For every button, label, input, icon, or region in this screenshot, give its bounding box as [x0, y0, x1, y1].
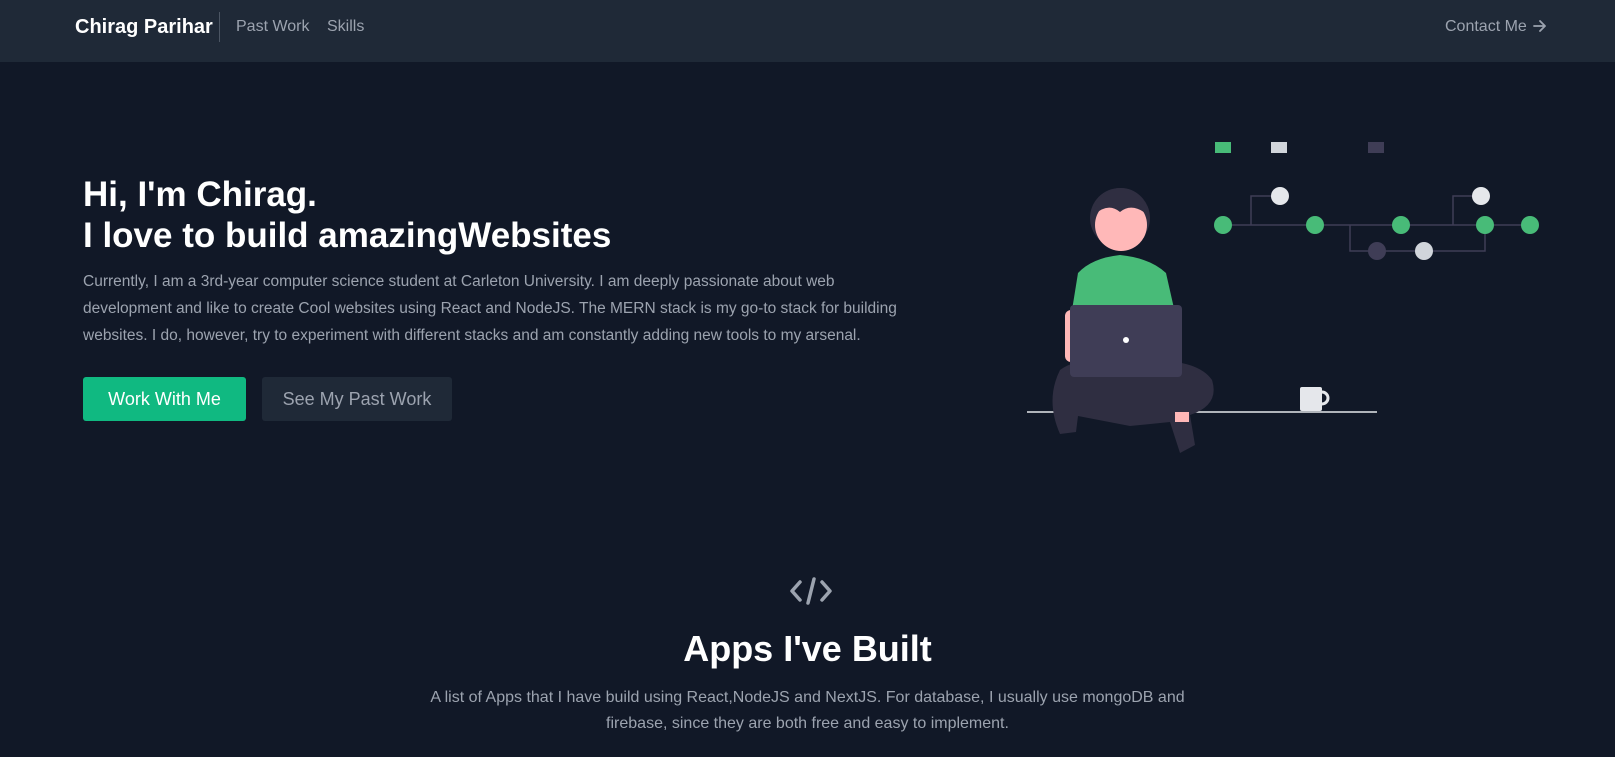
hero-description: Currently, I am a 3rd-year computer scie… — [83, 273, 897, 344]
apps-section-description: A list of Apps that I have build using R… — [430, 689, 1185, 732]
hero-title-line-1: Hi, I'm Chirag. — [83, 175, 317, 214]
work-with-me-button[interactable]: Work With Me — [83, 377, 246, 421]
nav-link-past-work[interactable]: Past Work — [236, 17, 310, 37]
contact-me-link[interactable]: Contact Me — [1445, 17, 1547, 37]
see-past-work-button[interactable]: See My Past Work — [262, 377, 452, 421]
nav-divider — [219, 12, 220, 42]
contact-me-label: Contact Me — [1445, 18, 1527, 35]
top-navbar: Chirag Parihar Past Work Skills Contact … — [0, 0, 1615, 62]
arrow-right-icon — [1533, 18, 1547, 35]
person-with-laptop-illustration — [1027, 142, 1539, 453]
apps-section-title: Apps I've Built — [683, 628, 932, 669]
hero-title-line-2: I love to build amazingWebsites — [83, 216, 612, 255]
hero-title: Hi, I'm Chirag. I love to build amazingW… — [83, 174, 903, 256]
nav-link-skills[interactable]: Skills — [327, 17, 364, 37]
code-icon — [790, 577, 832, 605]
brand-link[interactable]: Chirag Parihar — [75, 15, 213, 39]
